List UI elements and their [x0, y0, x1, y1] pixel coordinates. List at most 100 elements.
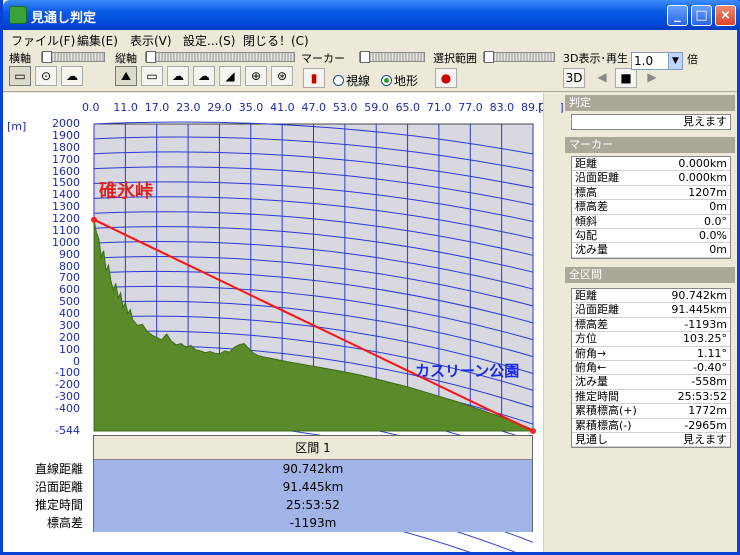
section-surface-value: 91.445km: [94, 478, 532, 496]
all-value: 見えます: [683, 432, 727, 446]
vertical-scrollbar[interactable]: [543, 93, 561, 552]
cloud-icon[interactable]: ☁: [167, 66, 189, 86]
all-value: 1.11°: [697, 346, 727, 360]
all-row: 見通し 見えます: [572, 432, 730, 448]
all-row: 俯角← -0.40°: [572, 360, 730, 376]
x-tick-label: 11.0: [113, 101, 138, 114]
all-row: 累積標高(-) -2965m: [572, 419, 730, 433]
all-row: 方位 103.25°: [572, 332, 730, 347]
marker-pin-icon[interactable]: ▮: [303, 68, 325, 88]
section-label-elev: 標高差: [46, 516, 83, 530]
mountain-icon[interactable]: ⛰: [115, 66, 137, 86]
all-row: 沿面距離 91.445km: [572, 303, 730, 318]
marker-key: 標高: [575, 185, 597, 199]
rewind-icon[interactable]: ◀: [591, 68, 613, 88]
menu-edit[interactable]: 編集(E): [77, 32, 118, 49]
forward-icon[interactable]: ▶: [641, 68, 663, 88]
marker-key: 勾配: [575, 228, 597, 242]
app-icon: [9, 6, 27, 24]
stop-icon[interactable]: ■: [615, 68, 637, 88]
marker-key: 沿面距離: [575, 171, 619, 185]
v-axis-slider[interactable]: [145, 51, 295, 63]
menu-close[interactable]: 閉じる！(C): [243, 32, 309, 49]
section-label-time: 推定時間: [34, 498, 83, 512]
marker-value: 0m: [709, 243, 727, 257]
all-key: 沿面距離: [575, 303, 619, 317]
all-key: 累積標高(+): [575, 404, 637, 418]
judge-box: 見えます: [571, 114, 731, 130]
close-button[interactable]: ×: [715, 5, 736, 26]
menu-settings[interactable]: 設定...(S): [183, 32, 235, 49]
marker-slider[interactable]: [359, 51, 425, 63]
marker-key: 距離: [575, 157, 597, 170]
all-value: 90.742km: [671, 289, 727, 302]
all-key: 俯角←: [575, 360, 607, 374]
section-label-surface: 沿面距離: [34, 480, 83, 494]
app-window: 見通し判定 _ □ × ファイル(F) 編集(E) 表示(V) 設定...(S)…: [0, 0, 740, 555]
marker-value: 0.000km: [678, 171, 727, 185]
3d-icon[interactable]: 3D: [563, 68, 585, 88]
section-time-value: 25:53:52: [94, 496, 532, 514]
section-label-distance: 直線距離: [34, 462, 83, 476]
marker-row: 沈み量 0m: [572, 243, 730, 258]
all-header: 全区間: [565, 267, 735, 283]
all-key: 方位: [575, 332, 597, 346]
v-ruler-icon[interactable]: ▭: [141, 66, 163, 86]
target2-icon[interactable]: ⊛: [271, 66, 293, 86]
toolbar: 横軸 ▭ ⊙ ☁ 縦軸 ⛰ ▭ ☁ ☁ ◢ ⊕ ⊛ マーカー ▮ 視線 地形 選…: [3, 48, 737, 92]
section-header[interactable]: 区間 1: [94, 436, 532, 460]
menu-view[interactable]: 表示(V): [130, 32, 172, 49]
x-tick-label: 71.0: [426, 101, 452, 114]
h-axis-label: 横軸: [9, 52, 31, 65]
x-tick-label: 17.0: [144, 101, 170, 114]
h-cloud-icon[interactable]: ☁: [61, 66, 83, 86]
v-axis-label: 縦軸: [115, 52, 137, 65]
x-tick-label: 77.0: [458, 101, 483, 114]
marker-key: 標高差: [575, 200, 608, 214]
x-tick-label: 59.0: [364, 101, 389, 114]
range-slider[interactable]: [483, 51, 555, 63]
all-value: 25:53:52: [677, 389, 727, 403]
marker-value: 1207m: [688, 185, 727, 199]
end-marker: [530, 428, 536, 434]
slope-icon[interactable]: ◢: [219, 66, 241, 86]
y-tick-label: -400: [55, 402, 80, 415]
range-icon[interactable]: ●: [435, 68, 457, 88]
radio-terrain[interactable]: 地形: [381, 72, 418, 89]
maximize-button[interactable]: □: [691, 5, 712, 26]
end-place-label: カスリーン公園: [415, 362, 520, 380]
all-row: 推定時間 25:53:52: [572, 389, 730, 405]
minimize-button[interactable]: _: [667, 5, 688, 26]
h-ruler-icon[interactable]: ▭: [9, 66, 31, 86]
x-tick-label: 35.0: [238, 101, 264, 114]
x-tick-label: 41.0: [270, 101, 295, 114]
judge-header: 判定: [565, 95, 735, 111]
range-label: 選択範囲: [433, 52, 477, 65]
all-row: 沈み量 -558m: [572, 375, 730, 390]
menu-file[interactable]: ファイル(F): [11, 32, 75, 49]
all-table: 距離 90.742km 沿面距離 91.445km 標高差 -1193m 方位 103.25°…: [571, 288, 731, 449]
zoom-select[interactable]: 1.0 ▼: [631, 52, 683, 70]
all-row: 標高差 -1193m: [572, 317, 730, 333]
marker-key: 沈み量: [575, 243, 608, 257]
all-value: -558m: [691, 375, 727, 389]
radio-sight[interactable]: 視線: [333, 72, 370, 89]
x-tick-label: 23.0: [176, 101, 201, 114]
cloud2-icon[interactable]: ☁: [193, 66, 215, 86]
start-marker: [91, 216, 97, 223]
marker-table: 距離 0.000km 沿面距離 0.000km 標高 1207m 標高差 0m 傾斜 0.0° 勾配…: [571, 156, 731, 259]
h-compass-icon[interactable]: ⊙: [35, 66, 57, 86]
x-tick-label: 47.0: [301, 101, 327, 114]
all-key: 標高差: [575, 317, 608, 331]
target-icon[interactable]: ⊕: [245, 66, 267, 86]
profile-area: 0.0 11.0 17.0 23.0 29.0 35.0 41.0 47.0 53.0 59.0 6…: [3, 93, 564, 552]
marker-value: 0.000km: [678, 157, 727, 170]
judge-value: 見えます: [683, 115, 727, 128]
chevron-down-icon[interactable]: ▼: [668, 53, 682, 69]
window-title: 見通し判定: [31, 11, 97, 26]
all-value: -2965m: [684, 418, 727, 432]
all-row: 俯角→ 1.11°: [572, 347, 730, 361]
x-tick-label: 0.0: [82, 101, 100, 114]
section-distance-value: 90.742km: [94, 460, 532, 478]
h-axis-slider[interactable]: [41, 51, 105, 63]
